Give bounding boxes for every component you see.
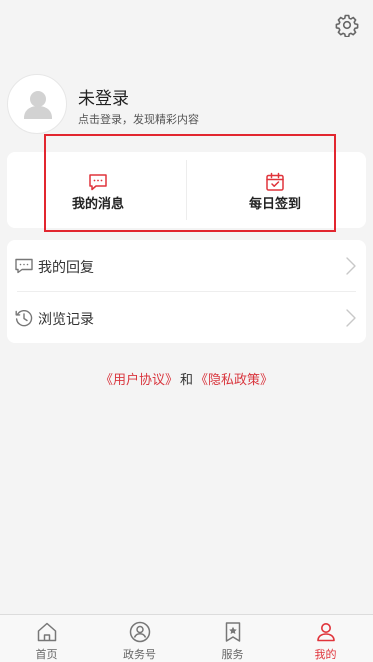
menu-list-card: 我的回复 浏览记录 [7,240,366,343]
login-title[interactable]: 未登录 [78,84,129,109]
bookmark-star-icon [225,622,240,642]
chevron-right-icon [346,309,356,327]
calendar-check-icon [266,172,284,191]
my-messages-button[interactable]: 我的消息 [23,152,173,228]
chevron-right-icon [346,257,356,275]
tab-service-label: 服务 [221,648,244,661]
browsing-history-row[interactable]: 浏览记录 [7,292,366,343]
home-icon [37,622,56,642]
my-replies-row[interactable]: 我的回复 [7,240,366,291]
tab-service[interactable]: 服务 [186,615,279,662]
agreement-connector: 和 [179,373,193,388]
bottom-tab-bar: 首页 政务号 服务 我的 [0,614,373,662]
my-page-screen: 未登录 点击登录，发现精彩内容 我的消息 每日签到 我的回复 浏览记录 《用户协… [0,0,373,662]
tab-gov-account[interactable]: 政务号 [93,615,186,662]
browsing-history-label: 浏览记录 [38,312,94,328]
message-icon [89,174,107,191]
login-subtitle[interactable]: 点击登录，发现精彩内容 [78,111,199,127]
tab-home[interactable]: 首页 [0,615,93,662]
tab-gov-account-label: 政务号 [123,648,156,661]
user-agreement-link[interactable]: 《用户协议》 [100,373,178,388]
agreement-line: 《用户协议》和《隐私政策》 [0,369,373,388]
privacy-policy-link[interactable]: 《隐私政策》 [195,373,273,388]
quick-actions-card: 我的消息 每日签到 [7,152,366,228]
gear-icon [335,14,359,38]
person-icon [316,623,335,642]
user-avatar-icon [24,91,52,119]
tab-mine-label: 我的 [314,648,337,661]
gov-account-icon [129,621,150,643]
history-icon [15,310,33,327]
daily-checkin-button[interactable]: 每日签到 [200,152,350,228]
tab-home-label: 首页 [35,648,58,661]
status-bar [0,0,373,14]
settings-button[interactable] [335,13,359,38]
my-replies-label: 我的回复 [38,260,94,276]
quick-actions-divider [186,160,187,220]
avatar[interactable] [7,74,67,134]
daily-checkin-label: 每日签到 [248,197,301,212]
tab-mine[interactable]: 我的 [279,615,372,662]
my-messages-label: 我的消息 [71,197,124,212]
comment-icon [15,258,33,274]
